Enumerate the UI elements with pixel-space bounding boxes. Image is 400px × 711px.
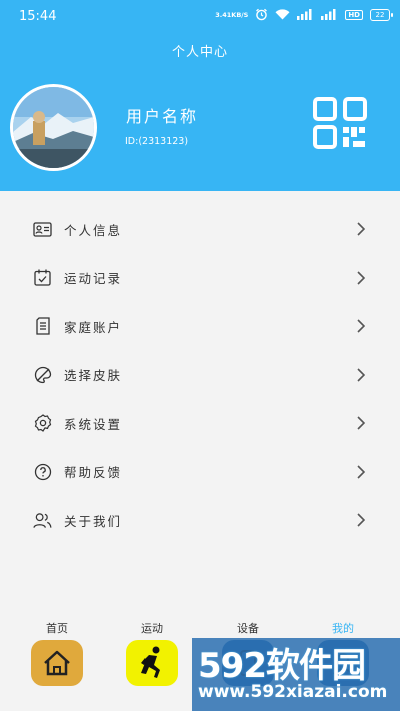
header: 15:44 3.41 KB/S HD 22 个人中心 用户名称 ID:(2313…: [0, 0, 400, 191]
menu-item-help-feedback[interactable]: 帮助反馈: [0, 448, 400, 497]
menu-item-family-account[interactable]: 家庭账户: [0, 302, 400, 351]
avatar[interactable]: [10, 84, 97, 171]
tab-bar: 首页 运动 设备 我的: [0, 614, 400, 711]
menu-item-exercise-record[interactable]: 运动记录: [0, 254, 400, 303]
battery-icon: 22: [370, 8, 393, 21]
chevron-right-icon: [356, 368, 366, 382]
document-icon: [33, 317, 52, 336]
menu-label: 帮助反馈: [64, 465, 123, 481]
chevron-right-icon: [356, 416, 366, 430]
qr-code-icon[interactable]: [313, 97, 367, 149]
menu-label: 系统设置: [64, 416, 123, 432]
chevron-right-icon: [356, 513, 366, 527]
avatar-image: [13, 87, 94, 168]
menu-label: 运动记录: [64, 271, 123, 287]
menu-list: 个人信息 运动记录 家庭账户 选择皮肤 系统设置 帮助反馈 关于我们: [0, 205, 400, 545]
tab-label: 首页: [46, 622, 68, 635]
tab-mine[interactable]: 我的: [293, 614, 393, 686]
status-time: 15:44: [19, 9, 57, 24]
chevron-right-icon: [356, 271, 366, 285]
menu-label: 关于我们: [64, 513, 123, 529]
signal-icon: [297, 9, 314, 20]
menu-label: 个人信息: [64, 222, 123, 238]
menu-item-personal-info[interactable]: 个人信息: [0, 205, 400, 254]
id-card-icon: [33, 220, 52, 239]
tab-device[interactable]: 设备: [198, 614, 298, 686]
tab-home[interactable]: 首页: [7, 614, 107, 686]
tab-label: 设备: [237, 622, 259, 635]
network-speed: 3.41 KB/S: [215, 10, 249, 19]
tab-sport[interactable]: 运动: [102, 614, 202, 686]
users-icon: [33, 511, 52, 530]
help-icon: [33, 462, 52, 481]
hd-badge: HD: [345, 9, 363, 20]
tab-label: 我的: [332, 622, 354, 635]
calendar-check-icon: [33, 268, 52, 287]
profile-icon: [317, 640, 369, 686]
alarm-icon: [255, 8, 268, 21]
running-icon: [126, 640, 178, 686]
signal-icon: [321, 9, 338, 20]
status-icons: 3.41 KB/S HD 22: [215, 8, 393, 21]
wifi-icon: [275, 9, 290, 20]
user-id: ID:(2313123): [125, 136, 189, 147]
chevron-right-icon: [356, 222, 366, 236]
home-icon: [31, 640, 83, 686]
username: 用户名称: [126, 107, 199, 126]
device-icon: [222, 640, 274, 686]
status-bar: 15:44 3.41 KB/S HD 22: [0, 0, 400, 34]
chevron-right-icon: [356, 319, 366, 333]
palette-icon: [33, 365, 52, 384]
menu-item-about-us[interactable]: 关于我们: [0, 496, 400, 545]
menu-label: 家庭账户: [64, 319, 123, 335]
menu-item-system-settings[interactable]: 系统设置: [0, 399, 400, 448]
gear-icon: [33, 414, 52, 433]
chevron-right-icon: [356, 465, 366, 479]
page-title: 个人中心: [171, 45, 228, 60]
menu-label: 选择皮肤: [64, 368, 123, 384]
menu-item-choose-skin[interactable]: 选择皮肤: [0, 351, 400, 400]
tab-label: 运动: [141, 622, 163, 635]
